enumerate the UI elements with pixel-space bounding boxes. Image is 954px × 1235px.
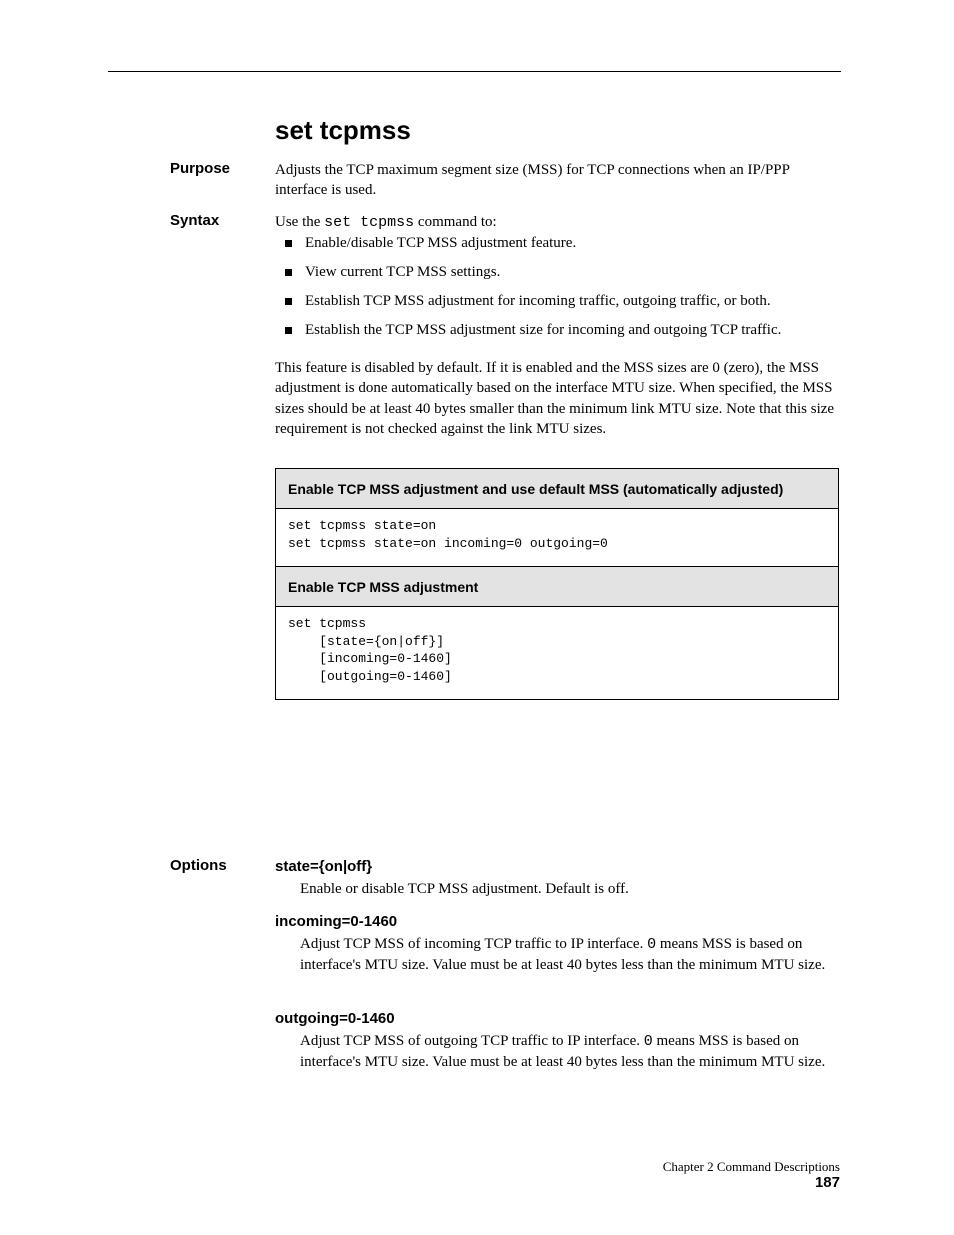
syntax-intro-pre: Use the (275, 214, 324, 230)
table-code-cell: set tcpmss state=on set tcpmss state=on … (276, 509, 838, 567)
square-bullet-icon (285, 240, 292, 247)
intro-paragraph: This feature is disabled by default. If … (275, 358, 840, 439)
square-bullet-icon (285, 327, 292, 334)
bullet-item: Establish TCP MSS adjustment for incomin… (305, 293, 840, 310)
footer-page-number: 187 (815, 1174, 840, 1191)
bullet-item: Enable/disable TCP MSS adjustment featur… (305, 235, 840, 252)
option-zero: 0 (644, 1033, 653, 1050)
bullet-item: View current TCP MSS settings. (305, 264, 840, 281)
syntax-table: Enable TCP MSS adjustment and use defaul… (275, 468, 839, 700)
header-rule (108, 71, 841, 72)
option-zero: 0 (647, 936, 656, 953)
purpose-text-content: Adjusts the TCP maximum segment size (MS… (275, 162, 789, 198)
table-code-cell: set tcpmss [state={on|off}] [incoming=0-… (276, 607, 838, 699)
footer-chapter: Chapter 2 Command Descriptions (663, 1159, 840, 1175)
square-bullet-icon (285, 298, 292, 305)
label-options: Options (170, 857, 227, 874)
option-desc: Enable or disable TCP MSS adjustment. De… (300, 879, 840, 899)
label-purpose: Purpose (170, 160, 230, 177)
option-desc: Adjust TCP MSS of outgoing TCP traffic t… (300, 1031, 840, 1073)
option-term: state={on|off} (275, 857, 372, 877)
command-heading: set tcpmss (275, 115, 411, 146)
table-header: Enable TCP MSS adjustment (276, 567, 838, 607)
table-header: Enable TCP MSS adjustment and use defaul… (276, 469, 838, 509)
option-term: incoming=0-1460 (275, 912, 397, 932)
syntax-intro-code: set tcpmss (324, 214, 414, 231)
option-desc: Adjust TCP MSS of incoming TCP traffic t… (300, 934, 840, 976)
label-syntax: Syntax (170, 212, 219, 229)
syntax-intro: Use the set tcpmss command to: (275, 212, 840, 233)
bullet-item: Establish the TCP MSS adjustment size fo… (305, 322, 840, 339)
option-desc-part: Adjust TCP MSS of incoming TCP traffic t… (300, 936, 647, 952)
square-bullet-icon (285, 269, 292, 276)
purpose-text: Adjusts the TCP maximum segment size (MS… (275, 160, 840, 201)
syntax-intro-post: command to: (414, 214, 497, 230)
option-term: outgoing=0-1460 (275, 1009, 395, 1029)
option-desc-part: Adjust TCP MSS of outgoing TCP traffic t… (300, 1033, 644, 1049)
